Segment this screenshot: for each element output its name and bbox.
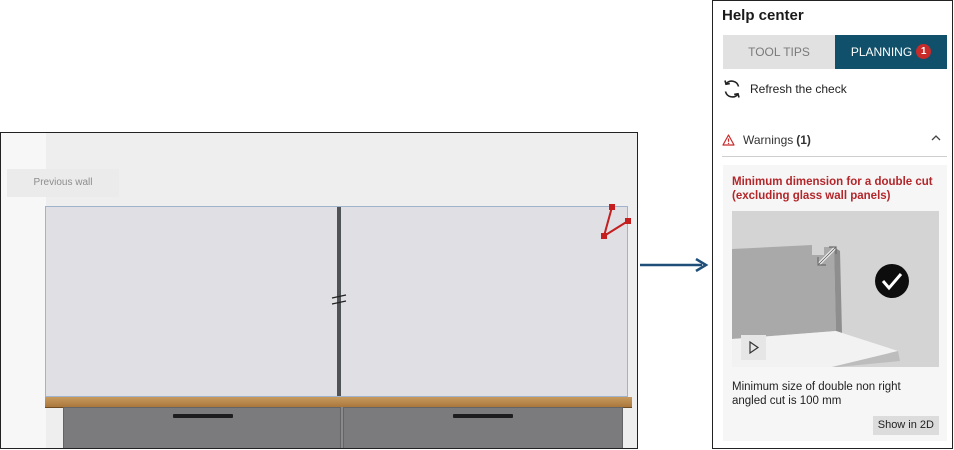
show-in-2d-button[interactable]: Show in 2D — [872, 416, 939, 435]
section-divider — [722, 156, 947, 157]
base-cabinets[interactable] — [63, 407, 623, 448]
warning-description: Minimum size of double non right angled … — [732, 381, 901, 407]
seam-break-icon — [331, 294, 347, 305]
warnings-section-header[interactable]: Warnings (1) — [722, 126, 947, 154]
tab-tool-tips[interactable]: TOOL TIPS — [723, 35, 835, 69]
cut-corner-handle[interactable] — [598, 201, 634, 241]
tab-planning[interactable]: PLANNING 1 — [835, 35, 947, 69]
play-video-button[interactable] — [741, 335, 766, 360]
tab-label: PLANNING — [850, 45, 913, 59]
refresh-icon — [724, 80, 740, 98]
warning-illustration — [732, 211, 939, 367]
refresh-check-button[interactable]: Refresh the check — [722, 79, 847, 99]
refresh-check-label: Refresh the check — [750, 82, 847, 96]
chevron-up-icon[interactable] — [931, 134, 941, 142]
callout-arrow-icon — [640, 258, 709, 272]
wall-panels[interactable] — [45, 206, 628, 397]
play-icon — [749, 340, 760, 355]
tab-label: TOOL TIPS — [748, 45, 810, 59]
previous-wall-button[interactable]: Previous wall — [7, 169, 119, 197]
warnings-label: Warnings — [743, 133, 794, 147]
warning-triangle-icon — [722, 134, 735, 146]
cabinet-drawer[interactable] — [343, 407, 623, 448]
planning-count-badge: 1 — [916, 44, 932, 60]
help-tabs: TOOL TIPS PLANNING 1 — [723, 35, 947, 69]
help-center-title: Help center — [722, 7, 804, 24]
help-center-panel: Help center TOOL TIPS PLANNING 1 Refresh … — [712, 0, 953, 449]
warnings-count: (1) — [796, 133, 811, 147]
cabinet-drawer[interactable] — [63, 407, 341, 448]
drawer-handle — [173, 414, 233, 418]
planner-canvas[interactable]: Previous wall — [0, 132, 638, 449]
warning-card: Minimum dimension for a double cut (excl… — [723, 165, 947, 441]
drawer-handle — [453, 414, 513, 418]
warning-title: Minimum dimension for a double cut (excl… — [732, 176, 933, 202]
